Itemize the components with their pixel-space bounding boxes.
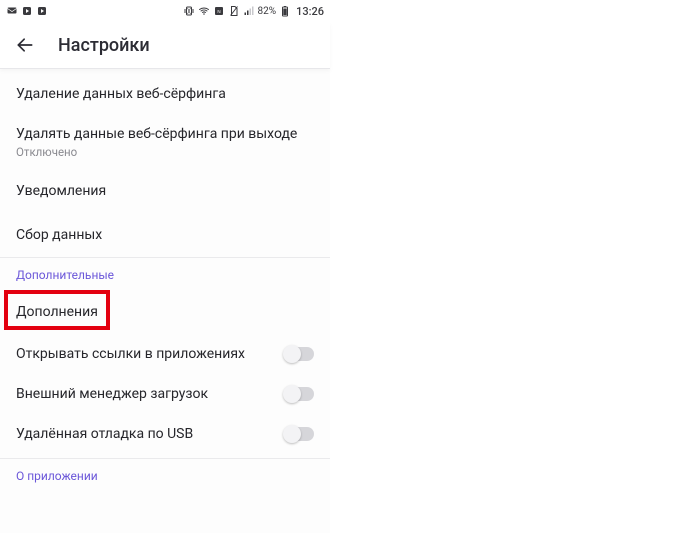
- vibrate-icon: [183, 5, 195, 17]
- row-clear-on-exit[interactable]: Удалять данные веб-сёрфинга при выходе О…: [0, 116, 330, 169]
- row-label: Удалять данные веб-сёрфинга при выходе: [16, 126, 297, 142]
- row-label: Удаление данных веб-сёрфинга: [16, 86, 226, 102]
- nfc-icon: N: [213, 5, 225, 17]
- section-header-additional: Дополнительные: [0, 257, 330, 290]
- row-data-collection[interactable]: Сбор данных: [0, 213, 330, 257]
- page-title: Настройки: [58, 35, 150, 56]
- settings-list: Удаление данных веб-сёрфинга Удалять дан…: [0, 68, 330, 491]
- battery-icon: [279, 5, 291, 17]
- play-icon-2: [36, 5, 48, 17]
- play-icon: [21, 5, 33, 17]
- row-remote-usb-debug[interactable]: Удалённая отладка по USB: [0, 414, 330, 454]
- row-label: Сбор данных: [16, 227, 102, 243]
- row-external-download-manager[interactable]: Внешний менеджер загрузок: [0, 374, 330, 414]
- row-addons[interactable]: Дополнения: [0, 290, 330, 334]
- clock: 13:26: [296, 5, 324, 18]
- toggle-remote-usb-debug[interactable]: [284, 427, 314, 441]
- row-label: Дополнения: [16, 304, 98, 320]
- no-sim-icon: [228, 5, 240, 17]
- svg-text:N: N: [217, 9, 220, 14]
- back-button[interactable]: [14, 34, 36, 56]
- row-notifications[interactable]: Уведомления: [0, 169, 330, 213]
- signal-icon: [243, 5, 255, 17]
- battery-percent: 82%: [258, 6, 277, 17]
- row-label: Внешний менеджер загрузок: [16, 386, 284, 402]
- statusbar: N 82% 13:26: [0, 0, 330, 22]
- toggle-external-download-manager[interactable]: [284, 387, 314, 401]
- wifi-icon: [198, 5, 210, 17]
- message-icon: [6, 5, 18, 17]
- row-label: Удалённая отладка по USB: [16, 426, 284, 442]
- row-label: Уведомления: [16, 183, 106, 199]
- row-label: Открывать ссылки в приложениях: [16, 346, 284, 362]
- row-open-links-in-apps[interactable]: Открывать ссылки в приложениях: [0, 334, 330, 374]
- section-header-about[interactable]: О приложении: [0, 458, 330, 491]
- row-secondary: Отключено: [16, 145, 314, 159]
- row-clear-browsing-data[interactable]: Удаление данных веб-сёрфинга: [0, 72, 330, 116]
- app-header: Настройки: [0, 22, 330, 68]
- toggle-open-links-in-apps[interactable]: [284, 347, 314, 361]
